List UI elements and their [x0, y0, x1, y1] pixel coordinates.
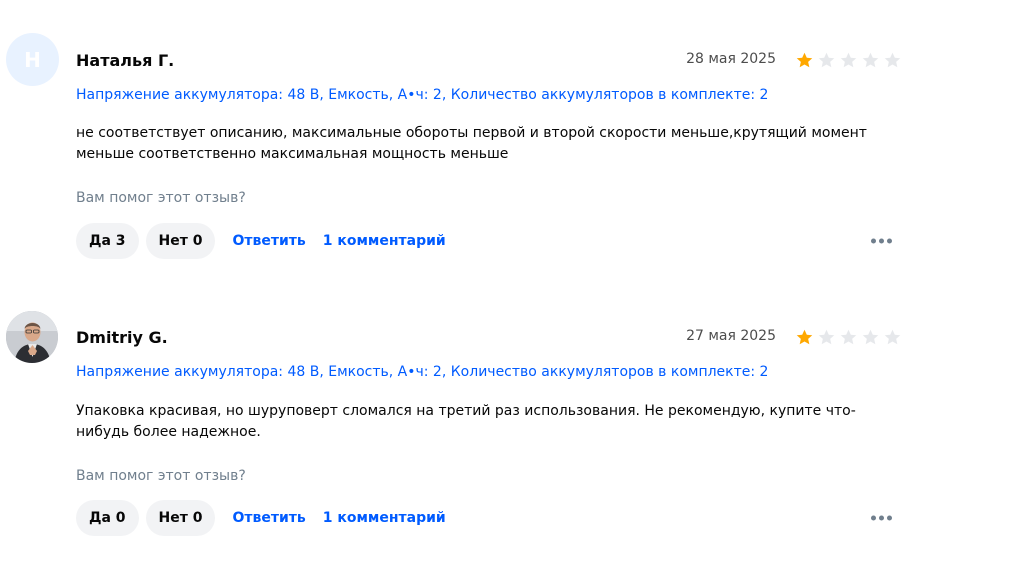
reply-link[interactable]: Ответить: [232, 510, 305, 526]
star-icon: [796, 329, 813, 345]
review-text: Упаковка красивая, но шуруповерт сломалс…: [76, 403, 856, 440]
star-icon: [862, 329, 879, 345]
review-date: 27 мая 2025: [686, 328, 776, 344]
review-actions: Да 0 Нет 0 Ответить 1 комментарий: [76, 500, 900, 536]
star-icon: [818, 329, 835, 345]
avatar[interactable]: [6, 311, 58, 363]
rating-stars: [795, 328, 902, 347]
star-icon: [884, 329, 901, 345]
comments-link[interactable]: 1 комментарий: [323, 510, 446, 526]
star-icon: [840, 329, 857, 345]
more-dots-icon[interactable]: [867, 512, 896, 525]
avatar-photo-image: [6, 311, 58, 363]
author-name[interactable]: Dmitriy G.: [76, 328, 168, 347]
helpful-no-button[interactable]: Нет 0: [145, 500, 216, 536]
helpful-question: Вам помог этот отзыв?: [76, 468, 246, 484]
helpful-yes-button[interactable]: Да 0: [76, 500, 139, 536]
product-variant: Напряжение аккумулятора: 48 В, Емкость, …: [76, 364, 769, 380]
review-card: Dmitriy G. 27 мая 2025 Напряжение аккуму…: [0, 0, 1029, 586]
